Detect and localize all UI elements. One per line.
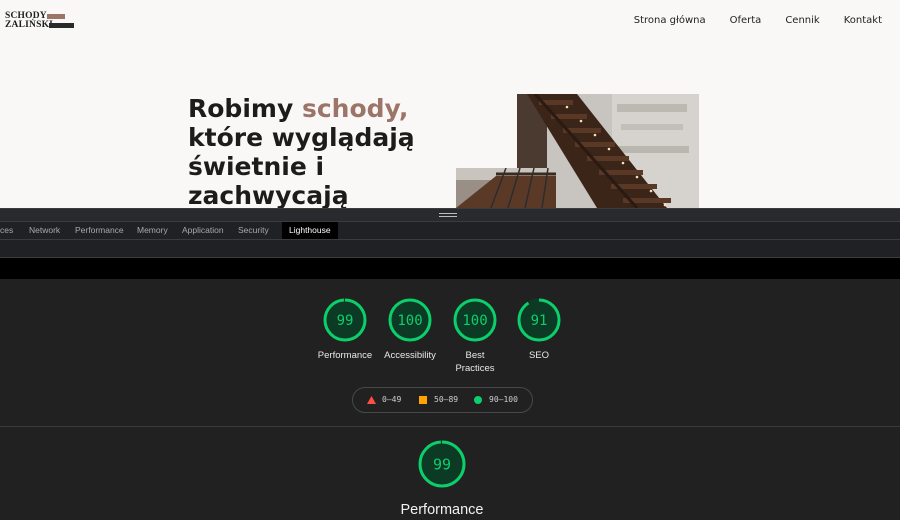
site-nav: Strona główna Oferta Cennik Kontakt — [610, 15, 882, 26]
legend-range-average: 50–89 — [434, 395, 459, 404]
hero-line-2: które wyglądają — [188, 123, 415, 152]
hero-line-1-prefix: Robimy — [188, 94, 302, 123]
devtools-tab-bar: ces Network Performance Memory Applicati… — [0, 222, 900, 240]
stairs-photo-secondary — [456, 168, 556, 208]
nav-link-contact[interactable]: Kontakt — [844, 15, 882, 26]
gauge-seo[interactable]: 91 SEO — [494, 297, 584, 362]
green-circle-icon — [474, 396, 482, 404]
red-triangle-icon — [367, 396, 376, 404]
hero-heading: Robimy schody, które wyglądają świetnie … — [188, 94, 448, 208]
logo-accent-bar — [47, 14, 65, 19]
score-legend: 0–49 50–89 90–100 — [352, 387, 533, 413]
gauge-ring-seo: 91 — [517, 298, 561, 342]
lighthouse-report: 99 Performance 100 Accessibility 100 Bes… — [0, 279, 900, 520]
gauge-ring-best-practices: 100 — [453, 298, 497, 342]
devtools-resize-handle[interactable] — [0, 208, 900, 222]
logo-dark-bar — [49, 23, 74, 28]
website-preview: SCHODY ZALIŃSKI Strona główna Oferta Cen… — [0, 0, 900, 208]
report-topbar — [0, 258, 900, 279]
legend-range-pass: 90–100 — [489, 395, 518, 404]
gauge-score: 91 — [531, 313, 548, 329]
gauge-score-large: 99 — [433, 456, 451, 474]
logo-line-2: ZALIŃSKI — [5, 20, 54, 30]
tab-performance[interactable]: Performance — [75, 222, 124, 239]
nav-link-home[interactable]: Strona główna — [634, 15, 706, 26]
nav-link-offer[interactable]: Oferta — [730, 15, 762, 26]
nav-link-pricing[interactable]: Cennik — [785, 15, 819, 26]
gauge-ring-performance: 99 — [323, 298, 367, 342]
performance-detail-header: 99 Performance — [392, 439, 492, 518]
grip-icon — [439, 213, 457, 217]
gauge-score: 99 — [337, 313, 354, 329]
hero-line-1-accent: schody, — [301, 94, 409, 123]
gauge-performance-large: 99 — [418, 440, 466, 488]
tab-lighthouse[interactable]: Lighthouse — [282, 222, 338, 239]
score-gauges: 99 Performance 100 Accessibility 100 Bes… — [0, 297, 900, 377]
performance-title: Performance — [400, 502, 484, 518]
gauge-label: SEO — [528, 350, 550, 361]
hero-line-3: świetnie i — [188, 152, 325, 181]
tab-sources-partial[interactable]: ces — [0, 222, 13, 239]
hero-line-4: zachwycają — [188, 181, 349, 208]
tab-security[interactable]: Security — [238, 222, 269, 239]
section-divider — [0, 426, 900, 427]
orange-square-icon — [419, 396, 427, 404]
lighthouse-toolbar — [0, 240, 900, 258]
gauge-score: 100 — [397, 313, 422, 329]
site-logo[interactable]: SCHODY ZALIŃSKI — [5, 11, 75, 30]
tab-memory[interactable]: Memory — [137, 222, 168, 239]
legend-range-fail: 0–49 — [382, 395, 402, 404]
tab-application[interactable]: Application — [182, 222, 224, 239]
tab-network[interactable]: Network — [29, 222, 60, 239]
gauge-ring-accessibility: 100 — [388, 298, 432, 342]
gauge-score: 100 — [462, 313, 487, 329]
